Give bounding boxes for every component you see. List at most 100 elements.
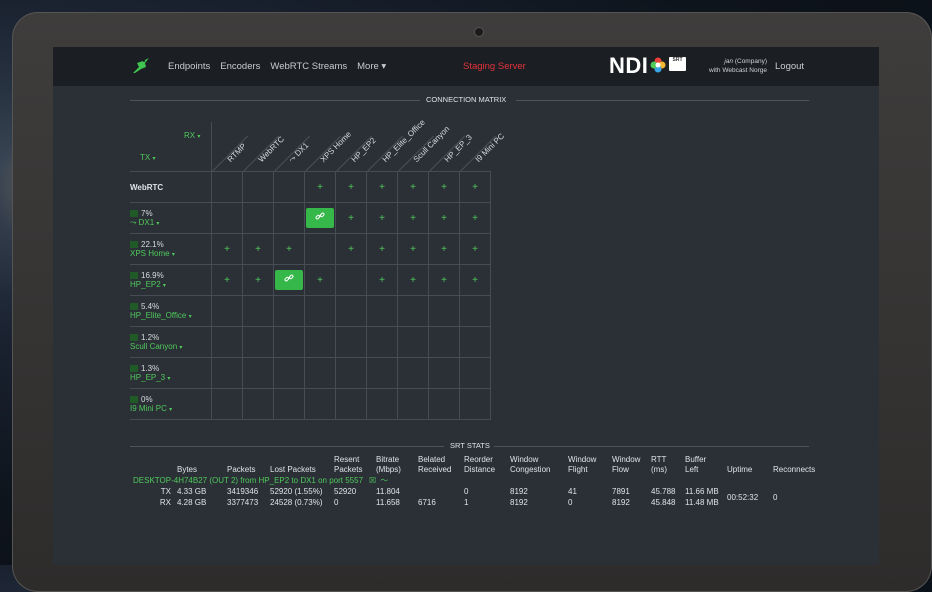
row-name-dropdown[interactable]: Scull Canyon ▾: [130, 342, 211, 351]
matrix-cell[interactable]: +: [397, 171, 429, 203]
stats-column-header: Bitrate (Mbps): [376, 455, 401, 474]
matrix-cell[interactable]: +: [242, 233, 274, 265]
plus-icon: +: [348, 212, 354, 224]
matrix-cell[interactable]: +: [397, 233, 429, 265]
column-header[interactable]: HP_EP_3: [443, 133, 474, 164]
row-name-dropdown[interactable]: XPS Home ▾: [130, 249, 211, 258]
nav-more-dropdown[interactable]: More ▾: [357, 61, 386, 72]
row-header: 1.2% Scull Canyon ▾: [130, 326, 212, 358]
link-icon[interactable]: [275, 270, 303, 290]
matrix-cell: [366, 326, 398, 358]
matrix-cell: [273, 388, 305, 420]
row-name-dropdown[interactable]: HP_EP2 ▾: [130, 280, 211, 289]
stats-cell: TX: [160, 487, 171, 496]
matrix-row: 16.9% HP_EP2 ▾ + + + + + + +: [130, 264, 491, 296]
stats-cell: 0: [568, 498, 573, 507]
tx-dropdown[interactable]: TX ▾: [140, 153, 155, 162]
matrix-cell[interactable]: +: [273, 233, 305, 265]
srt-stats-table: Bytes Packets Lost Packets Resent Packets Bi…: [130, 455, 826, 508]
rx-dropdown[interactable]: RX ▾: [184, 131, 200, 140]
laptop-camera: [474, 27, 484, 37]
link-icon[interactable]: [306, 208, 334, 228]
matrix-row: 0% I9 Mini PC ▾: [130, 388, 491, 420]
srt-badge: SRT: [669, 57, 686, 71]
matrix-row: 5.4% HP_Elite_Office ▾: [130, 295, 491, 327]
matrix-cell: [242, 202, 274, 234]
matrix-cell[interactable]: +: [366, 264, 398, 296]
matrix-cell: [211, 295, 243, 327]
stats-cell: 4.28 GB: [177, 498, 207, 507]
row-name: Scull Canyon: [130, 342, 178, 351]
row-name-dropdown[interactable]: ⤳ DX1 ▾: [130, 218, 211, 228]
stats-column-header: Packets: [227, 465, 256, 474]
matrix-row: 1.2% Scull Canyon ▾: [130, 326, 491, 358]
user-info: jan (Company) with Webcast Norge: [693, 57, 767, 75]
plus-icon: +: [348, 243, 354, 255]
row-header: 7% ⤳ DX1 ▾: [130, 202, 212, 234]
column-header[interactable]: ⤳ DX1: [287, 141, 311, 165]
matrix-cell[interactable]: +: [211, 233, 243, 265]
stats-column-header: Window Congestion: [510, 455, 551, 474]
nav-encoders[interactable]: Encoders: [220, 61, 260, 72]
matrix-row: WebRTC + + + + + +: [130, 171, 491, 203]
row-usage: 5.4%: [130, 302, 211, 311]
graph-icon[interactable]: 〜: [380, 476, 388, 485]
column-header[interactable]: RTMP: [226, 142, 248, 164]
stats-cell: 6716: [418, 498, 436, 507]
matrix-cell[interactable]: +: [459, 264, 491, 296]
matrix-cell[interactable]: +: [335, 202, 367, 234]
logout-link[interactable]: Logout: [775, 47, 804, 86]
matrix-cell[interactable]: +: [366, 202, 398, 234]
row-name: ⤳ DX1: [130, 217, 155, 227]
matrix-cell[interactable]: +: [459, 233, 491, 265]
edit-icon[interactable]: ☒: [369, 476, 376, 485]
column-header[interactable]: WebRTC: [257, 135, 286, 164]
matrix-cell[interactable]: +: [304, 171, 336, 203]
row-name-dropdown[interactable]: I9 Mini PC ▾: [130, 404, 211, 413]
stats-cell: 11.66 MB: [685, 487, 719, 496]
plus-icon: +: [441, 181, 447, 193]
plus-icon: +: [472, 274, 478, 286]
matrix-cell[interactable]: +: [459, 202, 491, 234]
matrix-cell[interactable]: +: [211, 264, 243, 296]
row-percent: 22.1%: [141, 240, 164, 249]
plus-icon: +: [410, 181, 416, 193]
matrix-cell[interactable]: [273, 264, 305, 296]
matrix-cell[interactable]: +: [366, 233, 398, 265]
nav-links: Endpoints Encoders WebRTC Streams More ▾: [168, 47, 386, 86]
matrix-cell: [304, 388, 336, 420]
matrix-cell[interactable]: [304, 202, 336, 234]
column-header[interactable]: I9 Mini PC: [474, 132, 506, 164]
matrix-cell[interactable]: +: [397, 202, 429, 234]
matrix-cell[interactable]: +: [335, 233, 367, 265]
matrix-cell[interactable]: +: [335, 171, 367, 203]
matrix-cell: [335, 357, 367, 389]
stats-column-header: Uptime: [727, 465, 753, 474]
matrix-cell[interactable]: +: [428, 233, 460, 265]
matrix-cell: [242, 357, 274, 389]
row-usage: 7%: [130, 209, 211, 218]
row-name-dropdown[interactable]: HP_Elite_Office ▾: [130, 311, 211, 320]
plus-icon: +: [255, 274, 261, 286]
matrix-cell[interactable]: +: [459, 171, 491, 203]
matrix-cell[interactable]: +: [242, 264, 274, 296]
plus-icon: +: [379, 243, 385, 255]
nav-webrtc-streams[interactable]: WebRTC Streams: [270, 61, 347, 72]
matrix-cell[interactable]: +: [366, 171, 398, 203]
matrix-cell[interactable]: +: [397, 264, 429, 296]
nav-endpoints[interactable]: Endpoints: [168, 61, 210, 72]
stats-column-header: RTT (ms): [651, 455, 667, 474]
matrix-cell[interactable]: +: [304, 264, 336, 296]
bird-logo-icon[interactable]: [131, 57, 151, 75]
ndi-flower-icon: [650, 57, 666, 73]
column-header[interactable]: HP_EP2: [350, 136, 378, 164]
usage-bar: [130, 396, 138, 404]
connection-matrix-title: CONNECTION MATRIX: [426, 95, 507, 104]
matrix-cell[interactable]: +: [428, 171, 460, 203]
matrix-cell: [335, 295, 367, 327]
plus-icon: +: [286, 243, 292, 255]
matrix-cell[interactable]: +: [428, 202, 460, 234]
user-name: jan: [724, 58, 734, 65]
matrix-cell[interactable]: +: [428, 264, 460, 296]
row-name-dropdown[interactable]: HP_EP_3 ▾: [130, 373, 211, 382]
